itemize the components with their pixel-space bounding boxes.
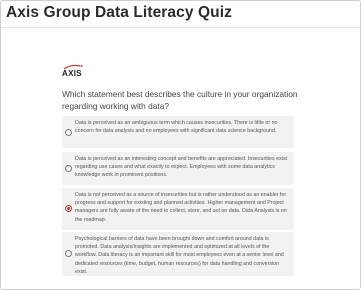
axis-logo: AXIS (62, 63, 88, 79)
answer-option-4[interactable]: Psychological barriers of data have been… (62, 232, 294, 276)
quiz-question: Which statement best describes the cultu… (62, 89, 298, 111)
title-divider (1, 27, 360, 28)
answer-label: Psychological barriers of data have been… (75, 236, 284, 275)
answer-option-2[interactable]: Data is perceived as an interesting conc… (62, 152, 294, 185)
page-title: Axis Group Data Literacy Quiz (6, 4, 232, 21)
answer-label: Data is perceived as an interesting conc… (75, 156, 287, 179)
answer-label: Data is perceived as an ambiguous term w… (75, 120, 278, 135)
radio-button[interactable] (65, 129, 72, 136)
radio-button[interactable] (65, 250, 72, 257)
answer-label: Data is not perceived as a source of ins… (75, 192, 287, 223)
radio-button[interactable] (65, 165, 72, 172)
logo-text: AXIS (62, 69, 82, 78)
answer-option-1[interactable]: Data is perceived as an ambiguous term w… (62, 116, 294, 148)
radio-button-selected[interactable] (65, 205, 72, 212)
answer-option-3[interactable]: Data is not perceived as a source of ins… (62, 188, 294, 230)
